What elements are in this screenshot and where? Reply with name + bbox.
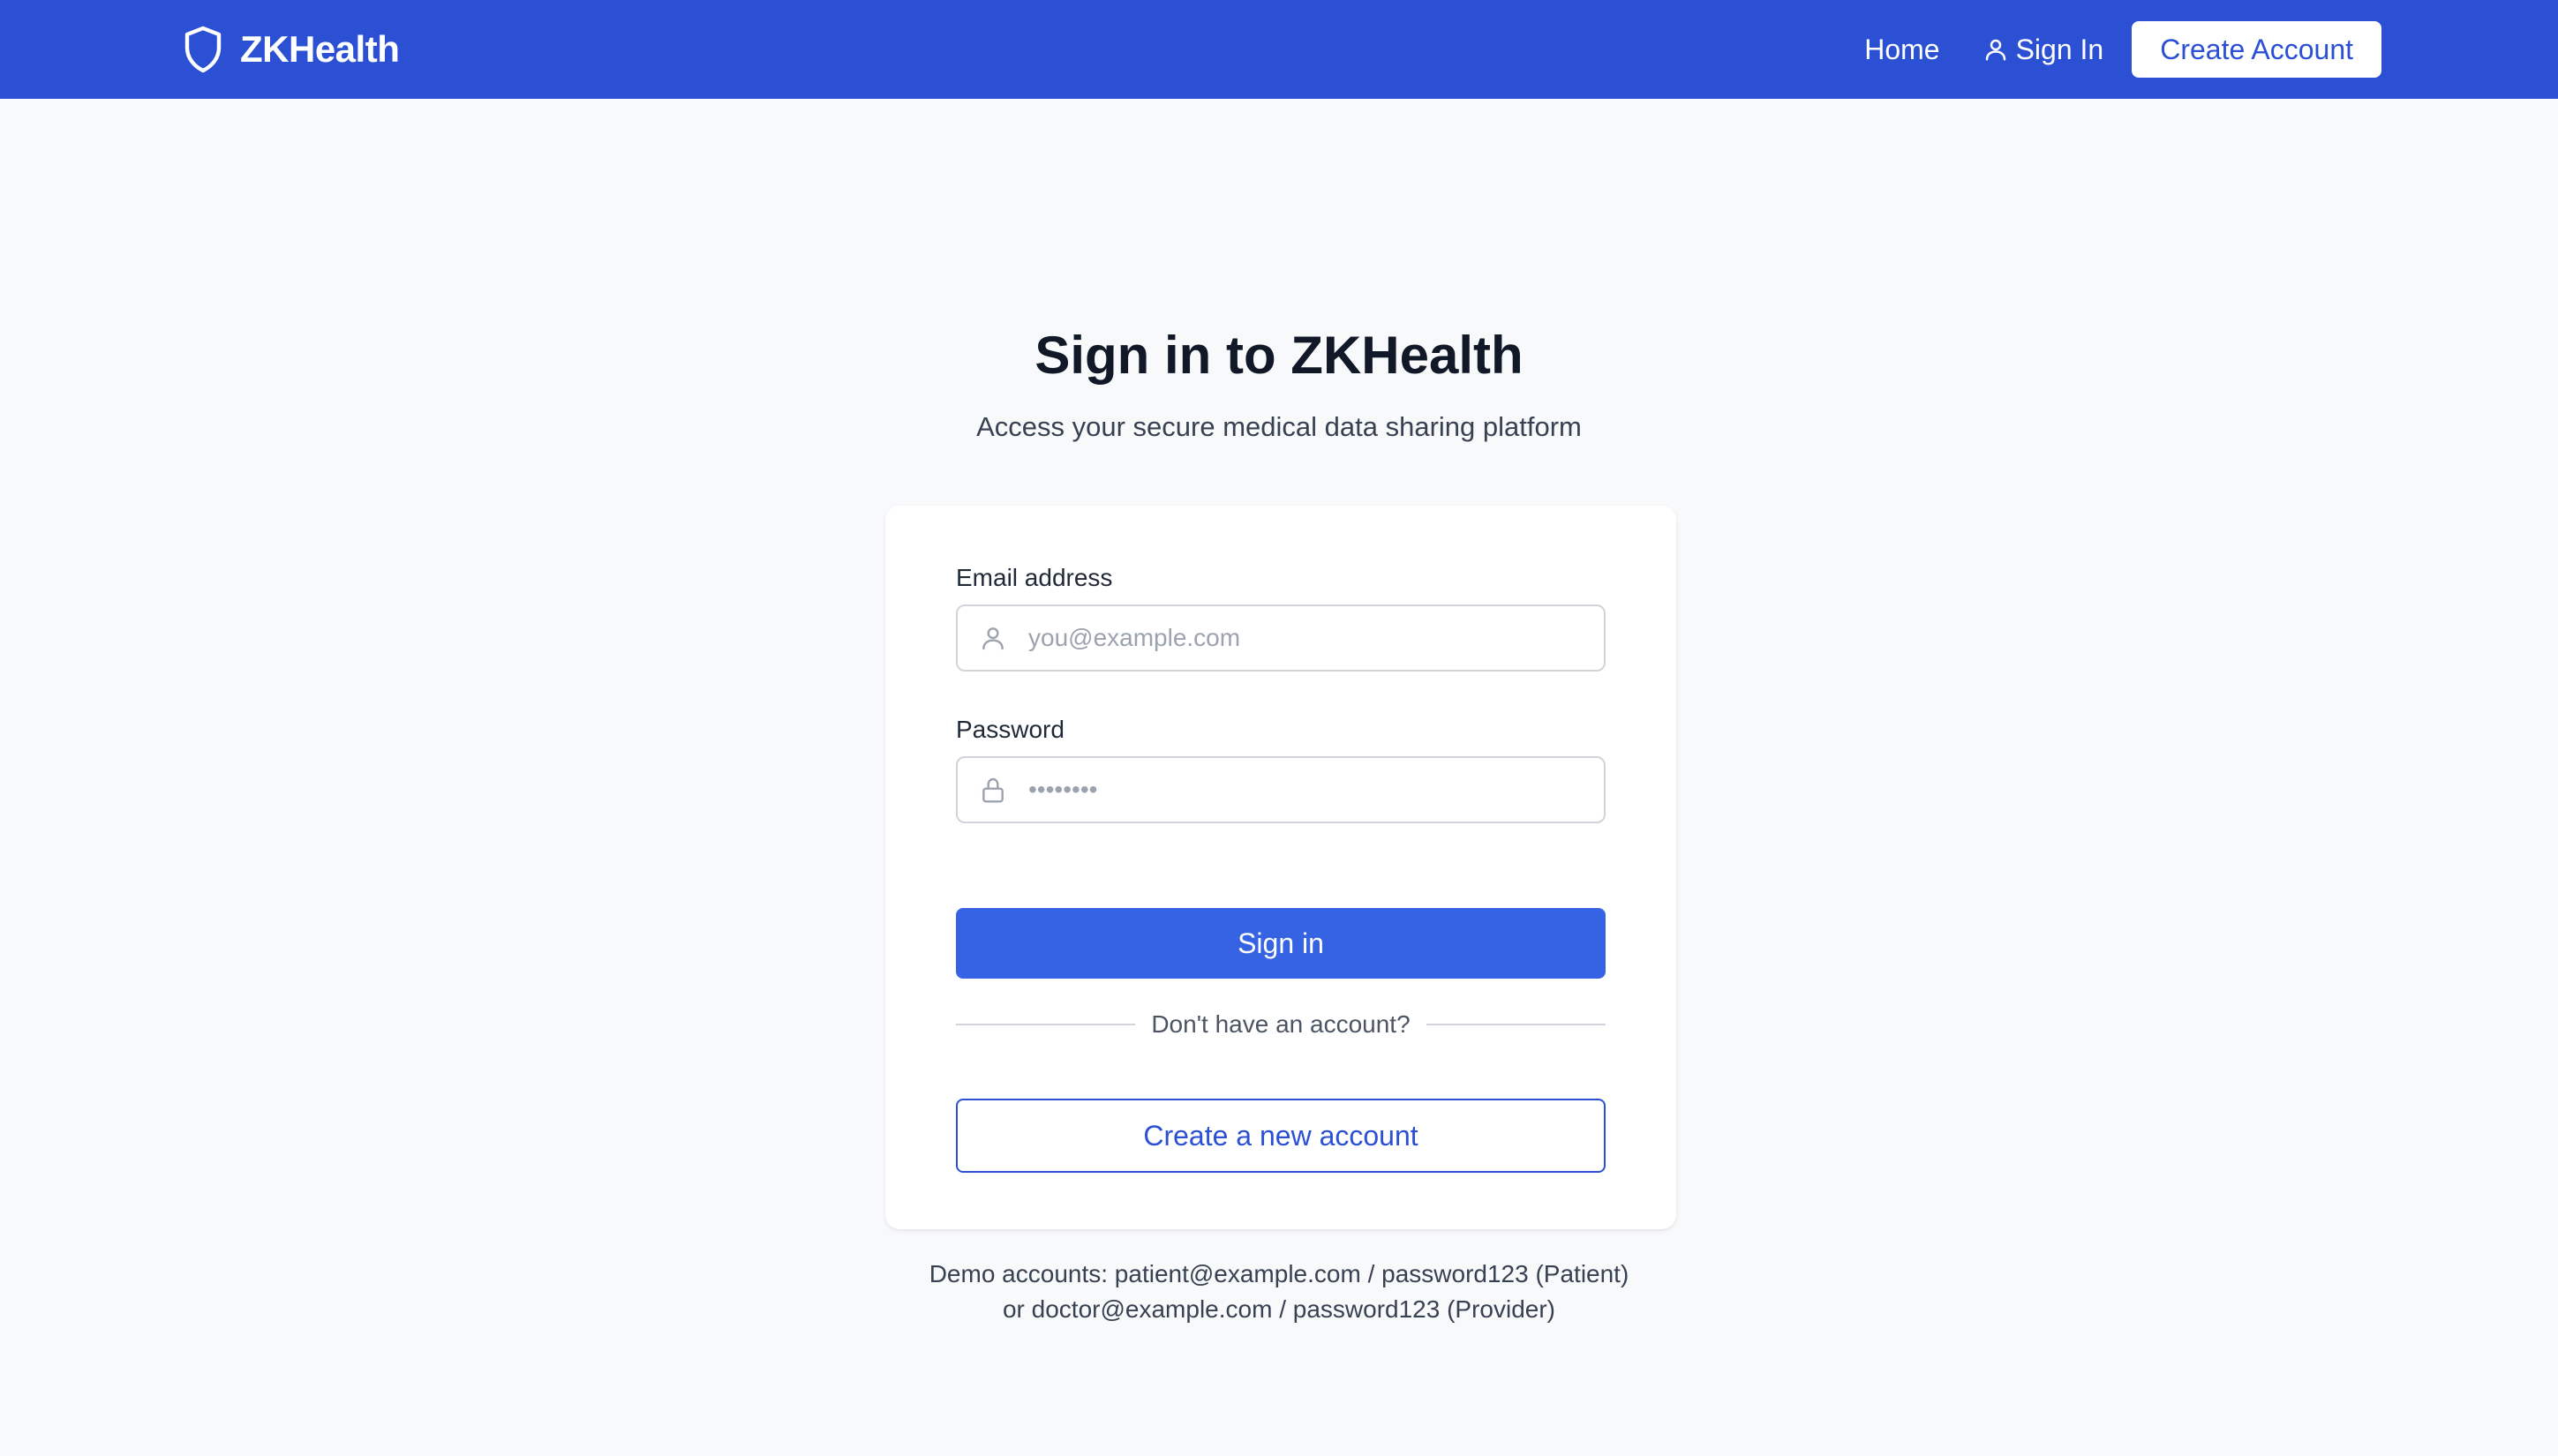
user-icon	[1982, 36, 2009, 63]
create-account-button[interactable]: Create Account	[2132, 21, 2381, 78]
divider: Don't have an account?	[956, 1009, 1606, 1040]
nav-menu: Home Sign In Create Account	[1864, 21, 2381, 78]
sign-in-button[interactable]: Sign in	[956, 908, 1606, 979]
password-input[interactable]	[1028, 759, 1604, 821]
email-label: Email address	[956, 564, 1113, 591]
brand-logo-link[interactable]: ZKHealth	[182, 25, 400, 74]
demo-accounts-line-2: or doctor@example.com / password123 (Pro…	[1002, 1295, 1555, 1323]
email-input[interactable]	[1028, 607, 1604, 669]
nav-sign-in-link[interactable]: Sign In	[1982, 33, 2104, 66]
password-field-wrapper	[956, 756, 1606, 823]
user-icon	[958, 604, 1028, 672]
lock-icon	[958, 756, 1028, 823]
create-new-account-button[interactable]: Create a new account	[956, 1099, 1606, 1173]
divider-text: Don't have an account?	[1151, 1010, 1411, 1038]
sign-in-card: Email address Password Sign in Don't hav…	[885, 506, 1676, 1229]
page-title: Sign in to ZKHealth	[1034, 326, 1524, 385]
demo-accounts-line-1: Demo accounts: patient@example.com / pas…	[929, 1260, 1629, 1287]
email-field-wrapper	[956, 604, 1606, 672]
shield-icon	[182, 25, 224, 74]
nav-sign-in-label: Sign In	[2015, 33, 2104, 65]
nav-home-link[interactable]: Home	[1864, 34, 1939, 66]
divider-line-right	[1426, 1024, 1606, 1025]
divider-line-left	[956, 1024, 1136, 1025]
password-label: Password	[956, 716, 1065, 743]
brand-name: ZKHealth	[240, 28, 400, 70]
page-subtitle: Access your secure medical data sharing …	[976, 411, 1582, 442]
top-navbar: ZKHealth Home Sign In Create Account	[0, 0, 2558, 99]
